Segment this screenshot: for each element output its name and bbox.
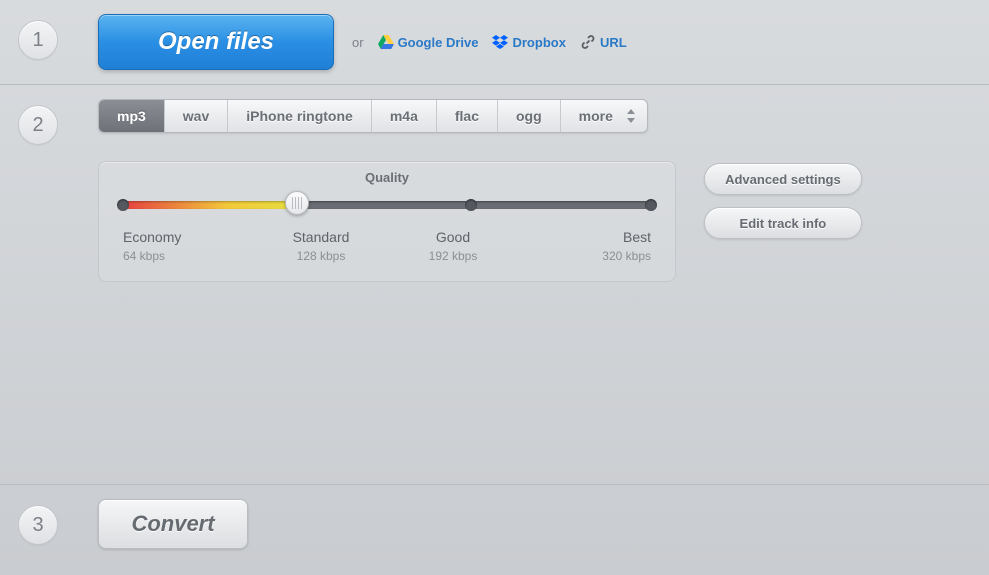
url-label: URL [600, 35, 627, 50]
slider-stop-best [645, 199, 657, 211]
quality-rate: 64 kbps [123, 249, 255, 263]
quality-level-economy: Economy 64 kbps [123, 229, 255, 263]
step-badge-1: 1 [18, 20, 58, 60]
edit-track-info-button[interactable]: Edit track info [704, 207, 862, 239]
tab-wav[interactable]: wav [165, 100, 228, 132]
quality-name: Best [519, 229, 651, 245]
tab-label: ogg [516, 108, 542, 124]
slider-handle[interactable] [285, 191, 309, 215]
quality-rate: 192 kbps [387, 249, 519, 263]
tab-label: more [579, 108, 613, 124]
tab-ogg[interactable]: ogg [498, 100, 561, 132]
quality-level-standard: Standard 128 kbps [255, 229, 387, 263]
convert-label: Convert [131, 511, 214, 537]
tab-m4a[interactable]: m4a [372, 100, 437, 132]
tab-iphone-ringtone[interactable]: iPhone ringtone [228, 100, 372, 132]
step-1-open-files: 1 Open files or Google Drive Dropbox [0, 0, 989, 85]
quality-level-good: Good 192 kbps [387, 229, 519, 263]
format-tabs: mp3 wav iPhone ringtone m4a flac ogg mor… [98, 99, 648, 133]
edit-track-info-label: Edit track info [740, 216, 827, 231]
quality-name: Good [387, 229, 519, 245]
quality-level-best: Best 320 kbps [519, 229, 651, 263]
quality-labels: Economy 64 kbps Standard 128 kbps Good 1… [123, 229, 651, 263]
step-2-format-quality: 2 mp3 wav iPhone ringtone m4a flac ogg m… [0, 85, 989, 485]
tab-label: wav [183, 108, 209, 124]
advanced-settings-label: Advanced settings [725, 172, 841, 187]
slider-stop-economy [117, 199, 129, 211]
source-url[interactable]: URL [580, 34, 627, 50]
link-icon [580, 34, 596, 50]
convert-button[interactable]: Convert [98, 499, 248, 549]
dropbox-icon [492, 34, 508, 50]
google-drive-icon [378, 34, 394, 50]
step-badge-3: 3 [18, 505, 58, 545]
quality-slider[interactable] [123, 195, 651, 213]
advanced-settings-button[interactable]: Advanced settings [704, 163, 862, 195]
quality-rate: 128 kbps [255, 249, 387, 263]
tab-mp3[interactable]: mp3 [99, 100, 165, 132]
quality-name: Standard [255, 229, 387, 245]
or-label: or [352, 35, 364, 50]
quality-title: Quality [123, 170, 651, 185]
open-files-button[interactable]: Open files [98, 14, 334, 70]
slider-fill [123, 201, 297, 209]
source-google-drive[interactable]: Google Drive [378, 34, 479, 50]
tab-label: iPhone ringtone [246, 108, 353, 124]
tab-more[interactable]: more [561, 100, 647, 132]
tab-label: m4a [390, 108, 418, 124]
tab-label: mp3 [117, 108, 146, 124]
tab-flac[interactable]: flac [437, 100, 498, 132]
up-down-icon [625, 109, 637, 123]
source-dropbox[interactable]: Dropbox [492, 34, 565, 50]
quality-panel: Quality Economy 64 kbps Standard [98, 161, 676, 282]
quality-rate: 320 kbps [519, 249, 651, 263]
step-badge-2: 2 [18, 105, 58, 145]
step-3-convert: 3 Convert [0, 485, 989, 563]
quality-name: Economy [123, 229, 255, 245]
tab-label: flac [455, 108, 479, 124]
open-files-label: Open files [158, 28, 274, 56]
slider-stop-good [465, 199, 477, 211]
dropbox-label: Dropbox [512, 35, 565, 50]
google-drive-label: Google Drive [398, 35, 479, 50]
